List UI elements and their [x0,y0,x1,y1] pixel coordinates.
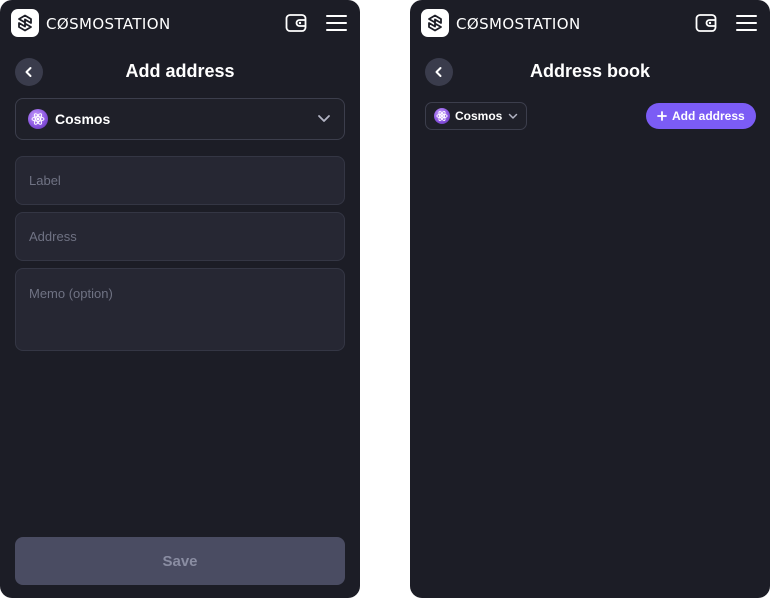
plus-icon [657,111,667,121]
cosmos-atom-icon [28,109,48,129]
wallet-icon[interactable] [285,13,307,33]
brand-name: CØSMOSTATION [46,15,171,33]
memo-input[interactable] [16,269,344,350]
page-title: Address book [529,61,651,81]
hamburger-menu-icon[interactable] [326,14,347,32]
app-header: CØSMOSTATION [410,0,770,48]
chain-select-dropdown[interactable]: Cosmos [15,98,345,140]
save-button[interactable]: Save [15,537,345,585]
chevron-down-icon [508,113,518,119]
app-header: CØSMOSTATION [0,0,360,48]
page-title: Add address [125,61,235,81]
address-field[interactable] [15,212,345,261]
wallet-icon[interactable] [695,13,717,33]
chain-select-label: Cosmos [55,111,111,127]
add-address-button[interactable]: Add address [646,103,756,129]
add-address-label: Add address [672,109,745,123]
memo-field[interactable] [15,268,345,351]
add-address-screen: CØSMOSTATION Add address Cosmos Label Ad… [0,0,360,598]
label-field[interactable] [15,156,345,205]
address-input[interactable] [16,213,344,260]
address-book-screen: CØSMOSTATION Address book Cosmos Add add… [410,0,770,598]
cosmostation-logo-icon[interactable] [421,9,449,37]
brand-name: CØSMOSTATION [456,15,581,33]
cosmostation-logo-icon[interactable] [11,9,39,37]
chain-filter-dropdown[interactable]: Cosmos [425,102,527,130]
hamburger-menu-icon[interactable] [736,14,757,32]
label-input[interactable] [16,157,344,204]
cosmos-atom-icon [434,108,450,124]
chain-filter-label: Cosmos [455,109,503,123]
chevron-down-icon [318,115,330,122]
